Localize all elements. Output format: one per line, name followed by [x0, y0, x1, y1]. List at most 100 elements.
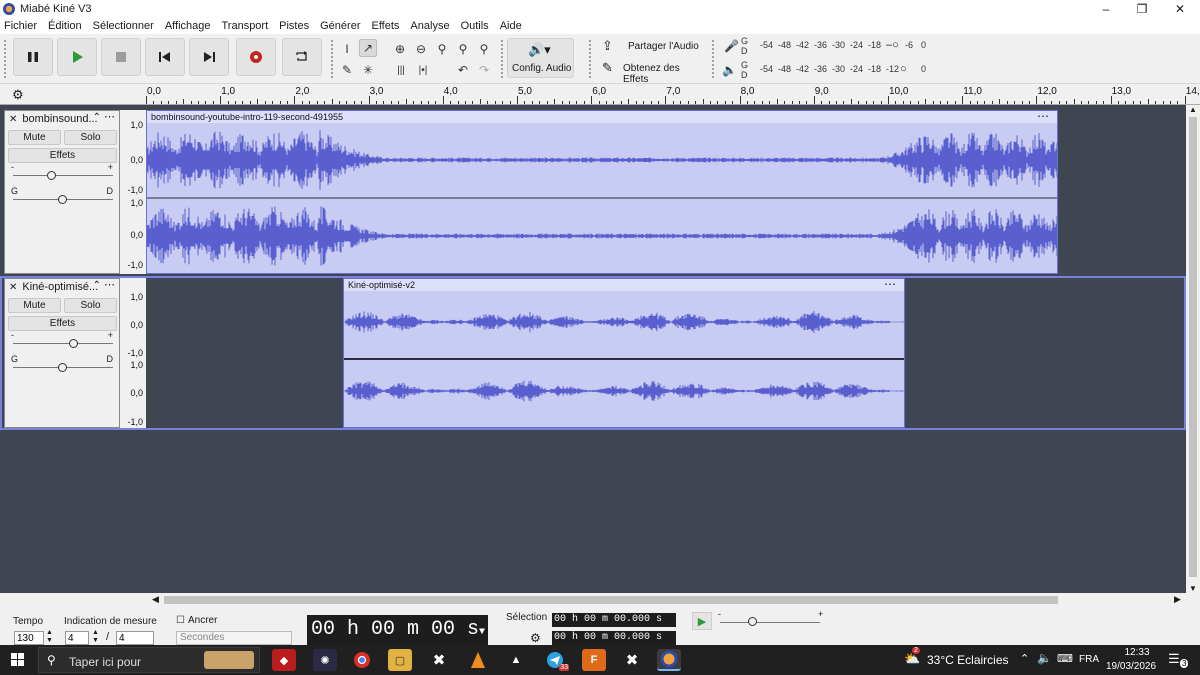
track-1-effects-button[interactable]: Effets	[8, 148, 117, 163]
weather-text[interactable]: 33°C Eclaircies	[927, 653, 1009, 667]
clip-name[interactable]: Kiné-optimisé-v2	[344, 279, 904, 291]
trim-audio-button[interactable]: |||	[392, 61, 410, 79]
skip-to-start-button[interactable]	[145, 38, 185, 76]
time-display[interactable]: 00 h 00 m 00 s▼	[307, 615, 488, 645]
playback-meter[interactable]: -54 -48 -42 -36 -30 -24 -18 -12 ○ 0	[755, 61, 930, 79]
scroll-left-icon[interactable]: ◀	[152, 594, 159, 605]
track-area[interactable]: ✕ bombinsound... ⌃ ⋯ Mute Solo Effets - …	[0, 105, 1186, 593]
fit-project-button[interactable]: ⚲	[454, 40, 472, 58]
skip-to-end-button[interactable]	[189, 38, 229, 76]
rec-level-knob[interactable]: –○	[886, 39, 899, 51]
taskbar-app-f[interactable]: F	[582, 649, 606, 671]
envelope-tool[interactable]: ↗	[359, 39, 377, 57]
fit-selection-button[interactable]: ⚲	[433, 40, 451, 58]
timeline-settings-icon[interactable]: ⚙	[12, 87, 24, 103]
taskbar-inkscape[interactable]: ▲	[504, 649, 528, 671]
tools-grip[interactable]	[330, 39, 334, 79]
taskbar-app-1[interactable]: ◆	[272, 649, 296, 671]
audio-setup-grip[interactable]	[500, 39, 504, 79]
redo-button[interactable]: ↷	[475, 61, 493, 79]
gain-slider-track[interactable]	[13, 175, 113, 176]
zoom-in-button[interactable]: ⊕	[391, 40, 409, 58]
menu-transport[interactable]: Transport	[221, 20, 268, 32]
close-window-button[interactable]: ✕	[1160, 0, 1200, 18]
taskbar-file-explorer[interactable]: ▢	[388, 649, 412, 671]
speed-slider-track[interactable]	[720, 622, 820, 623]
minimize-button[interactable]: –	[1086, 0, 1126, 18]
clip-menu-icon[interactable]: ⋯	[1037, 111, 1049, 123]
speed-slider-knob[interactable]	[748, 617, 757, 626]
scroll-down-icon[interactable]: ▼	[1189, 584, 1197, 593]
audio-setup-button[interactable]: 🔊▾ Config. Audio	[507, 38, 574, 78]
selection-start-field[interactable]: 00 h 00 m 00.000 s	[552, 613, 676, 627]
vertical-scrollbar[interactable]: ▲ ▼	[1186, 105, 1200, 593]
taskbar-search-box[interactable]: ⚲ Taper ici pour	[38, 647, 260, 673]
menu-tracks[interactable]: Pistes	[279, 20, 309, 32]
record-button[interactable]	[236, 38, 276, 76]
scroll-right-icon[interactable]: ▶	[1174, 594, 1181, 605]
play-at-speed-button[interactable]: ▶	[692, 612, 712, 630]
time-sig-denominator[interactable]	[116, 631, 154, 645]
multi-tool[interactable]: ✳	[359, 61, 377, 79]
track-2-clip[interactable]: Kiné-optimisé-v2 ⋯	[343, 278, 905, 428]
menu-select[interactable]: Sélectionner	[93, 20, 154, 32]
taskbar-telegram[interactable]: 33	[543, 649, 569, 671]
draw-tool[interactable]: ✎	[338, 61, 356, 79]
selection-settings-icon[interactable]: ⚙	[530, 631, 541, 645]
play-button[interactable]	[57, 38, 97, 76]
silence-audio-button[interactable]: |•|	[414, 61, 432, 79]
taskbar-chrome[interactable]	[350, 649, 374, 671]
toolbar-grip[interactable]	[3, 39, 7, 79]
taskbar-capcut-2[interactable]: ✖	[620, 649, 644, 671]
track-menu-icon[interactable]: ⋯	[104, 110, 115, 123]
menu-effects[interactable]: Effets	[371, 20, 399, 32]
menu-tools[interactable]: Outils	[461, 20, 489, 32]
vertical-scroll-thumb[interactable]	[1189, 117, 1197, 577]
pan-slider-knob[interactable]	[58, 195, 67, 204]
timeline-ruler[interactable]: ⚙ 0,0 1,0 2,0 3,0 4,0 5,0 6,0 7,0 8,0 9,0 10,0 11,0…	[0, 85, 1200, 105]
time-sig-numerator[interactable]	[65, 631, 89, 645]
track-1-clip[interactable]: bombinsound-youtube-intro-119-second-491…	[146, 110, 1058, 274]
menu-file[interactable]: Fichier	[4, 20, 37, 32]
menu-help[interactable]: Aide	[500, 20, 522, 32]
volume-icon[interactable]: 🔈	[1037, 651, 1052, 665]
track-1-solo-button[interactable]: Solo	[64, 130, 117, 145]
record-meter[interactable]: -54 -48 -42 -36 -30 -24 -18 –○ -6 0	[755, 37, 930, 55]
menu-edit[interactable]: Édition	[48, 20, 82, 32]
menu-generate[interactable]: Générer	[320, 20, 360, 32]
selection-end-field[interactable]: 00 h 00 m 00.000 s	[552, 631, 676, 645]
track-menu-icon[interactable]: ⋯	[104, 278, 115, 291]
meter-grip[interactable]	[711, 39, 715, 79]
collapse-track-icon[interactable]: ⌃	[93, 112, 101, 123]
time-format-dropdown-icon[interactable]: ▼	[479, 627, 485, 638]
taskbar-capcut[interactable]: ✖	[427, 649, 451, 671]
language-indicator[interactable]: FRA	[1079, 654, 1099, 665]
track-1-amplitude-scale[interactable]: 1,0 0,0 -1,0 1,0 0,0 -1,0	[120, 110, 146, 274]
track-1-name[interactable]: bombinsound...	[22, 113, 97, 125]
pan-slider-knob[interactable]	[58, 363, 67, 372]
gain-slider-knob[interactable]	[47, 171, 56, 180]
track-1-mute-button[interactable]: Mute	[8, 130, 61, 145]
gain-slider-knob[interactable]	[69, 339, 78, 348]
tempo-input[interactable]	[14, 631, 44, 645]
ruler-scale[interactable]: 0,0 1,0 2,0 3,0 4,0 5,0 6,0 7,0 8,0 9,0 10,0 11,0 12…	[146, 85, 1200, 104]
taskbar-audacity[interactable]	[657, 649, 681, 671]
track-2-mute-button[interactable]: Mute	[8, 298, 61, 313]
clock-date[interactable]: 19/03/2026	[1106, 661, 1156, 672]
selection-tool[interactable]: I	[338, 40, 356, 58]
close-track-icon[interactable]: ✕	[9, 114, 17, 125]
get-effects-button[interactable]: ✎ Obtenez des Effets	[598, 59, 706, 85]
zoom-out-button[interactable]: ⊖	[412, 40, 430, 58]
horizontal-scrollbar[interactable]: ◀ ▶	[0, 593, 1200, 607]
track-2-amplitude-scale[interactable]: 1,0 0,0 -1,0 1,0 0,0 -1,0	[120, 278, 146, 428]
snap-unit-select[interactable]: Secondes	[176, 631, 292, 645]
taskbar-davinci[interactable]: ✺	[313, 649, 337, 671]
share-audio-button[interactable]: ⇪ Partager l'Audio	[598, 37, 706, 57]
zoom-toggle-button[interactable]: ⚲	[475, 40, 493, 58]
track-2-name[interactable]: Kiné-optimisé...	[22, 281, 98, 293]
track-2-solo-button[interactable]: Solo	[64, 298, 117, 313]
tempo-spinner-icon[interactable]: ▲ ▼	[46, 629, 53, 645]
snap-checkbox[interactable]: ☐	[176, 615, 185, 626]
close-track-icon[interactable]: ✕	[9, 282, 17, 293]
scroll-up-icon[interactable]: ▲	[1189, 105, 1197, 114]
